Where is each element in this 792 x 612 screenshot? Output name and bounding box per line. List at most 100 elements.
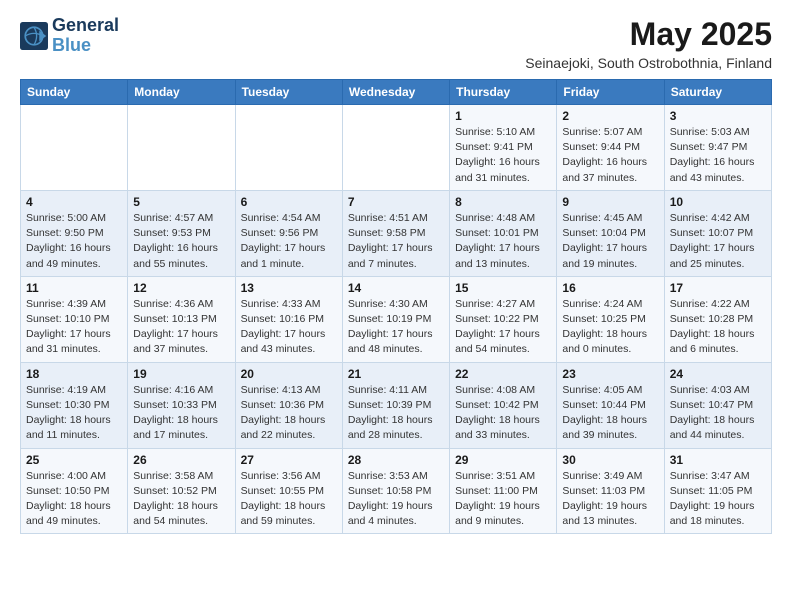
day-number: 8 — [455, 195, 551, 209]
calendar-week-row: 11 Sunrise: 4:39 AM Sunset: 10:10 PM Dayl… — [21, 276, 772, 362]
day-info: Sunrise: 3:56 AM Sunset: 10:55 PM Daylig… — [241, 469, 337, 530]
day-number: 28 — [348, 453, 444, 467]
calendar-day-6: 6 Sunrise: 4:54 AM Sunset: 9:56 PM Daylig… — [235, 190, 342, 276]
calendar-day-10: 10 Sunrise: 4:42 AM Sunset: 10:07 PM Dayl… — [664, 190, 771, 276]
calendar-day-28: 28 Sunrise: 3:53 AM Sunset: 10:58 PM Dayl… — [342, 448, 449, 534]
main-title: May 2025 — [525, 16, 772, 53]
day-number: 29 — [455, 453, 551, 467]
day-number: 31 — [670, 453, 766, 467]
calendar-day-16: 16 Sunrise: 4:24 AM Sunset: 10:25 PM Dayl… — [557, 276, 664, 362]
day-info: Sunrise: 4:51 AM Sunset: 9:58 PM Dayligh… — [348, 211, 444, 272]
day-info: Sunrise: 5:03 AM Sunset: 9:47 PM Dayligh… — [670, 125, 766, 186]
day-number: 3 — [670, 109, 766, 123]
calendar-day-26: 26 Sunrise: 3:58 AM Sunset: 10:52 PM Dayl… — [128, 448, 235, 534]
logo-text: General Blue — [52, 16, 119, 56]
calendar-empty-cell — [235, 105, 342, 191]
day-number: 7 — [348, 195, 444, 209]
calendar-day-1: 1 Sunrise: 5:10 AM Sunset: 9:41 PM Daylig… — [450, 105, 557, 191]
calendar-day-14: 14Sunrise: 4:30 AM Sunset: 10:19 PM Dayl… — [342, 276, 449, 362]
day-number: 25 — [26, 453, 122, 467]
calendar-empty-cell — [342, 105, 449, 191]
day-number: 22 — [455, 367, 551, 381]
day-info: Sunrise: 3:53 AM Sunset: 10:58 PM Daylig… — [348, 469, 444, 530]
calendar-empty-cell — [128, 105, 235, 191]
day-info: Sunrise: 4:45 AM Sunset: 10:04 PM Daylig… — [562, 211, 658, 272]
calendar-week-row: 1 Sunrise: 5:10 AM Sunset: 9:41 PM Daylig… — [21, 105, 772, 191]
logo-icon — [20, 22, 48, 50]
day-number: 21 — [348, 367, 444, 381]
calendar-day-30: 30Sunrise: 3:49 AM Sunset: 11:03 PM Dayl… — [557, 448, 664, 534]
day-info: Sunrise: 4:27 AM Sunset: 10:22 PM Daylig… — [455, 297, 551, 358]
calendar-day-9: 9Sunrise: 4:45 AM Sunset: 10:04 PM Dayli… — [557, 190, 664, 276]
day-info: Sunrise: 4:48 AM Sunset: 10:01 PM Daylig… — [455, 211, 551, 272]
header: General Blue May 2025 Seinaejoki, South … — [20, 16, 772, 71]
day-number: 27 — [241, 453, 337, 467]
day-info: Sunrise: 4:36 AM Sunset: 10:13 PM Daylig… — [133, 297, 229, 358]
day-info: Sunrise: 4:19 AM Sunset: 10:30 PM Daylig… — [26, 383, 122, 444]
calendar-day-23: 23Sunrise: 4:05 AM Sunset: 10:44 PM Dayl… — [557, 362, 664, 448]
calendar-day-29: 29 Sunrise: 3:51 AM Sunset: 11:00 PM Dayl… — [450, 448, 557, 534]
day-info: Sunrise: 4:24 AM Sunset: 10:25 PM Daylig… — [562, 297, 658, 358]
title-block: May 2025 Seinaejoki, South Ostrobothnia,… — [525, 16, 772, 71]
calendar-week-row: 18 Sunrise: 4:19 AM Sunset: 10:30 PM Dayl… — [21, 362, 772, 448]
day-info: Sunrise: 3:58 AM Sunset: 10:52 PM Daylig… — [133, 469, 229, 530]
weekday-header-monday: Monday — [128, 80, 235, 105]
day-info: Sunrise: 4:00 AM Sunset: 10:50 PM Daylig… — [26, 469, 122, 530]
calendar-day-13: 13Sunrise: 4:33 AM Sunset: 10:16 PM Dayl… — [235, 276, 342, 362]
day-number: 20 — [241, 367, 337, 381]
calendar-week-row: 4Sunrise: 5:00 AM Sunset: 9:50 PM Daylig… — [21, 190, 772, 276]
day-info: Sunrise: 3:51 AM Sunset: 11:00 PM Daylig… — [455, 469, 551, 530]
calendar-day-20: 20Sunrise: 4:13 AM Sunset: 10:36 PM Dayl… — [235, 362, 342, 448]
calendar-day-11: 11 Sunrise: 4:39 AM Sunset: 10:10 PM Dayl… — [21, 276, 128, 362]
day-info: Sunrise: 3:47 AM Sunset: 11:05 PM Daylig… — [670, 469, 766, 530]
subtitle: Seinaejoki, South Ostrobothnia, Finland — [525, 55, 772, 71]
day-info: Sunrise: 4:39 AM Sunset: 10:10 PM Daylig… — [26, 297, 122, 358]
calendar-day-3: 3 Sunrise: 5:03 AM Sunset: 9:47 PM Daylig… — [664, 105, 771, 191]
day-number: 6 — [241, 195, 337, 209]
weekday-header-tuesday: Tuesday — [235, 80, 342, 105]
day-number: 19 — [133, 367, 229, 381]
day-number: 1 — [455, 109, 551, 123]
day-info: Sunrise: 4:42 AM Sunset: 10:07 PM Daylig… — [670, 211, 766, 272]
calendar-day-19: 19 Sunrise: 4:16 AM Sunset: 10:33 PM Dayl… — [128, 362, 235, 448]
weekday-header-sunday: Sunday — [21, 80, 128, 105]
day-info: Sunrise: 4:03 AM Sunset: 10:47 PM Daylig… — [670, 383, 766, 444]
day-info: Sunrise: 5:10 AM Sunset: 9:41 PM Dayligh… — [455, 125, 551, 186]
day-number: 30 — [562, 453, 658, 467]
day-number: 10 — [670, 195, 766, 209]
calendar-day-24: 24Sunrise: 4:03 AM Sunset: 10:47 PM Dayl… — [664, 362, 771, 448]
day-number: 12 — [133, 281, 229, 295]
calendar-day-31: 31 Sunrise: 3:47 AM Sunset: 11:05 PM Dayl… — [664, 448, 771, 534]
day-number: 23 — [562, 367, 658, 381]
calendar-day-27: 27 Sunrise: 3:56 AM Sunset: 10:55 PM Dayl… — [235, 448, 342, 534]
calendar-day-17: 17Sunrise: 4:22 AM Sunset: 10:28 PM Dayl… — [664, 276, 771, 362]
calendar-empty-cell — [21, 105, 128, 191]
weekday-header-thursday: Thursday — [450, 80, 557, 105]
day-info: Sunrise: 4:54 AM Sunset: 9:56 PM Dayligh… — [241, 211, 337, 272]
weekday-header-friday: Friday — [557, 80, 664, 105]
day-number: 26 — [133, 453, 229, 467]
day-number: 13 — [241, 281, 337, 295]
day-number: 4 — [26, 195, 122, 209]
day-number: 11 — [26, 281, 122, 295]
day-info: Sunrise: 5:07 AM Sunset: 9:44 PM Dayligh… — [562, 125, 658, 186]
calendar-day-5: 5Sunrise: 4:57 AM Sunset: 9:53 PM Daylig… — [128, 190, 235, 276]
weekday-header-wednesday: Wednesday — [342, 80, 449, 105]
day-info: Sunrise: 4:57 AM Sunset: 9:53 PM Dayligh… — [133, 211, 229, 272]
calendar-week-row: 25 Sunrise: 4:00 AM Sunset: 10:50 PM Dayl… — [21, 448, 772, 534]
day-info: Sunrise: 4:22 AM Sunset: 10:28 PM Daylig… — [670, 297, 766, 358]
calendar-day-7: 7 Sunrise: 4:51 AM Sunset: 9:58 PM Daylig… — [342, 190, 449, 276]
day-info: Sunrise: 4:11 AM Sunset: 10:39 PM Daylig… — [348, 383, 444, 444]
calendar-day-25: 25 Sunrise: 4:00 AM Sunset: 10:50 PM Dayl… — [21, 448, 128, 534]
logo: General Blue — [20, 16, 119, 56]
day-info: Sunrise: 4:16 AM Sunset: 10:33 PM Daylig… — [133, 383, 229, 444]
calendar-day-21: 21 Sunrise: 4:11 AM Sunset: 10:39 PM Dayl… — [342, 362, 449, 448]
calendar-day-12: 12 Sunrise: 4:36 AM Sunset: 10:13 PM Dayl… — [128, 276, 235, 362]
day-number: 16 — [562, 281, 658, 295]
page: General Blue May 2025 Seinaejoki, South … — [0, 0, 792, 550]
calendar-day-22: 22Sunrise: 4:08 AM Sunset: 10:42 PM Dayl… — [450, 362, 557, 448]
day-number: 15 — [455, 281, 551, 295]
day-number: 18 — [26, 367, 122, 381]
calendar-day-8: 8 Sunrise: 4:48 AM Sunset: 10:01 PM Dayli… — [450, 190, 557, 276]
day-number: 2 — [562, 109, 658, 123]
